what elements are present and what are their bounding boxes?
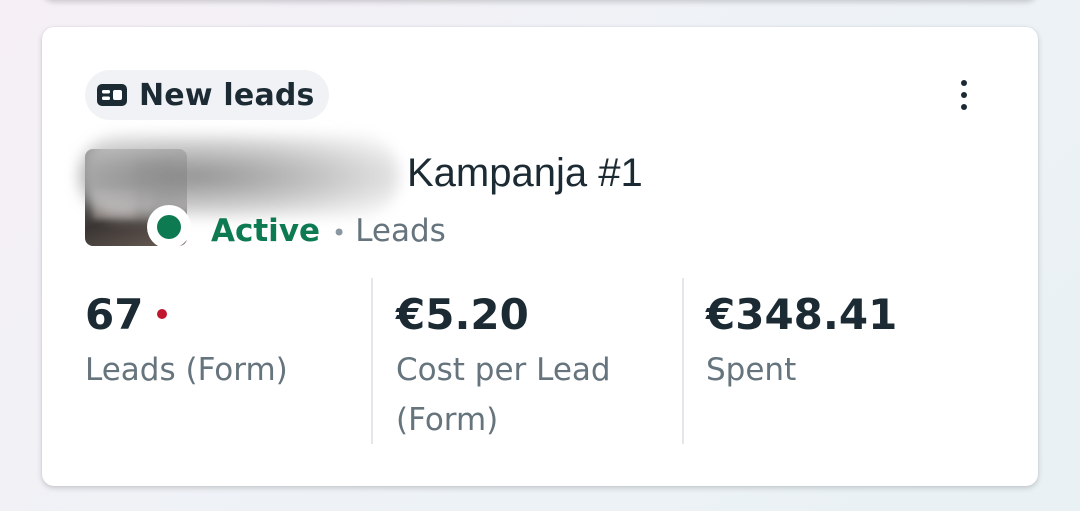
more-options-button[interactable] <box>948 71 980 119</box>
metric-leads[interactable]: 67 Leads (Form) <box>85 289 365 395</box>
redacted-name-blur <box>79 135 399 217</box>
status-indicator <box>147 205 191 249</box>
active-status-dot-icon <box>157 215 181 239</box>
objective-chip: New leads <box>85 70 329 120</box>
metric-leads-label: Leads (Form) <box>85 352 288 388</box>
metric-spent[interactable]: €348.41 Spent <box>706 289 986 395</box>
metric-leads-value: 67 <box>85 289 144 339</box>
metric-cost-per-lead-label: Cost per Lead (Form) <box>396 352 611 438</box>
metric-spent-value: €348.41 <box>706 289 898 339</box>
lead-form-icon <box>97 84 127 106</box>
metric-divider <box>682 278 684 444</box>
campaign-name[interactable]: Kampanja #1 <box>407 151 643 196</box>
campaign-card[interactable]: New leads Kampanja #1 Active • Leads 67 … <box>42 27 1038 486</box>
metric-cost-per-lead-value: €5.20 <box>396 289 529 339</box>
more-vertical-icon <box>961 80 967 86</box>
objective-chip-label: New leads <box>139 77 315 113</box>
alert-dot-icon <box>157 309 168 319</box>
status-text: Active <box>211 213 321 249</box>
metric-divider <box>371 278 373 444</box>
campaign-objective: Leads <box>355 213 446 249</box>
metric-spent-label: Spent <box>706 352 797 388</box>
campaign-status-line: Active • Leads <box>211 213 446 249</box>
status-separator: • <box>332 219 347 247</box>
metric-cost-per-lead[interactable]: €5.20 Cost per Lead (Form) <box>396 289 656 445</box>
